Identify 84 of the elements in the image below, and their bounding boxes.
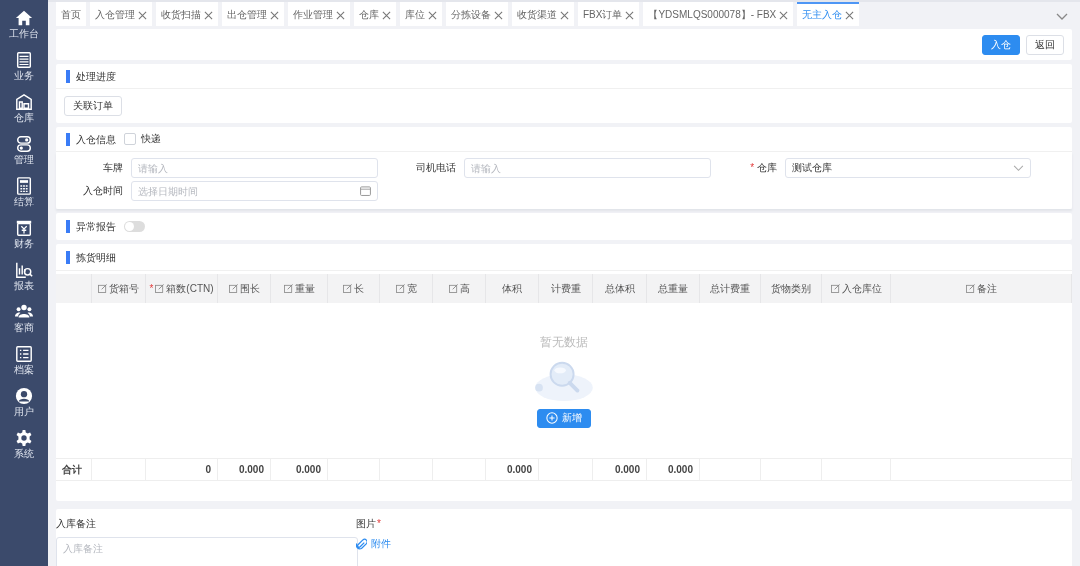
- user-icon: [15, 387, 33, 405]
- tab[interactable]: 库位: [400, 2, 442, 26]
- sidebar-item[interactable]: 用户: [2, 387, 46, 424]
- settings-icon: [15, 429, 33, 447]
- section-title: 拣货明细: [66, 250, 116, 264]
- tab[interactable]: 无主入仓: [797, 2, 860, 26]
- sidebar-item[interactable]: 财务: [2, 219, 46, 256]
- field-label: 入仓时间: [82, 184, 123, 198]
- tab[interactable]: 收货渠道: [512, 2, 574, 26]
- sidebar-item[interactable]: 报表: [2, 261, 46, 298]
- sidebar-item[interactable]: 结算: [2, 177, 46, 214]
- column-header: 总体积: [593, 274, 647, 303]
- section-title: 处理进度: [66, 69, 116, 83]
- total-cell: 0.000: [271, 459, 328, 480]
- sidebar-item[interactable]: 客商: [2, 303, 46, 340]
- remarks-field[interactable]: 入库备注: [56, 537, 358, 566]
- warehouse-icon: [15, 93, 33, 111]
- empty-text: 暂无数据: [540, 333, 588, 351]
- calendar-icon: [360, 186, 371, 196]
- column-header: 总重量: [647, 274, 700, 303]
- field-label: * 仓库: [749, 161, 778, 175]
- checkbox-label: 快递: [141, 132, 161, 146]
- column-header: 货箱号: [92, 274, 146, 303]
- field-label: 图片*: [356, 517, 382, 531]
- column-header: 入仓库位: [822, 274, 891, 303]
- column-header: 备注: [891, 274, 1072, 303]
- tab[interactable]: 分拣设备: [446, 2, 508, 26]
- tab[interactable]: 出仓管理: [222, 2, 284, 26]
- date-field[interactable]: 选择日期时间: [131, 181, 378, 201]
- tab[interactable]: 收货扫描: [156, 2, 218, 26]
- inbound-button[interactable]: 入仓: [982, 35, 1020, 55]
- total-cell: 0.000: [218, 459, 271, 480]
- tab[interactable]: 【YDSMLQS000078】- FBX: [643, 2, 794, 26]
- column-header: 长: [328, 274, 380, 303]
- sidebar-item[interactable]: 系统: [2, 429, 46, 466]
- sidebar-item[interactable]: 管理: [2, 135, 46, 172]
- calculator-icon: [15, 177, 33, 195]
- chevron-down-icon: [1013, 164, 1024, 172]
- toggles-icon: [15, 135, 33, 153]
- column-header: * 箱数(CTN): [146, 274, 218, 303]
- column-header: 重量: [271, 274, 328, 303]
- select-field[interactable]: 测试仓库: [785, 158, 1031, 178]
- document-icon: [15, 51, 33, 69]
- column-header: 货物类别: [761, 274, 822, 303]
- link-order-button[interactable]: 关联订单: [64, 96, 122, 116]
- sidebar-item[interactable]: 仓库: [2, 93, 46, 130]
- toggle-switch[interactable]: [124, 221, 145, 232]
- column-header: 总计费重: [700, 274, 761, 303]
- column-header: 宽: [380, 274, 433, 303]
- checkbox[interactable]: [124, 133, 136, 145]
- tab[interactable]: 入仓管理: [90, 2, 152, 26]
- total-cell: 0.000: [647, 459, 700, 480]
- column-header: 高: [433, 274, 486, 303]
- field-label: 司机电话: [415, 161, 456, 175]
- back-button[interactable]: 返回: [1026, 35, 1064, 55]
- sidebar-item[interactable]: 工作台: [2, 9, 46, 46]
- tab[interactable]: FBX订单: [578, 2, 640, 26]
- field-label: 入库备注: [56, 517, 97, 531]
- chart-search-icon: [15, 261, 33, 279]
- section-title: 异常报告: [66, 220, 116, 233]
- attach-link[interactable]: 附件: [356, 537, 656, 551]
- total-label: 合计: [56, 459, 92, 480]
- field-label: 车牌: [102, 161, 123, 175]
- sidebar-item[interactable]: 档案: [2, 345, 46, 382]
- add-button[interactable]: 新增: [537, 408, 591, 428]
- column-header: 计费重: [539, 274, 593, 303]
- tab[interactable]: 作业管理: [288, 2, 350, 26]
- chevron-down-icon: [1056, 13, 1068, 21]
- sidebar-item[interactable]: 业务: [2, 51, 46, 88]
- home-icon: [15, 9, 33, 27]
- yen-box-icon: [15, 219, 33, 237]
- column-header: 体积: [486, 274, 539, 303]
- total-cell: 0.000: [593, 459, 647, 480]
- tab[interactable]: 首页: [56, 2, 86, 26]
- column-header: 围长: [218, 274, 271, 303]
- plus-circle-icon: [546, 412, 558, 424]
- total-cell: 0: [146, 459, 218, 480]
- tab[interactable]: 仓库: [354, 2, 396, 26]
- total-cell: 0.000: [486, 459, 539, 480]
- input-field[interactable]: 请输入: [464, 158, 711, 178]
- list-icon: [15, 345, 33, 363]
- paperclip-icon: [356, 537, 367, 551]
- input-field[interactable]: 请输入: [131, 158, 378, 178]
- section-title: 入仓信息: [66, 132, 116, 146]
